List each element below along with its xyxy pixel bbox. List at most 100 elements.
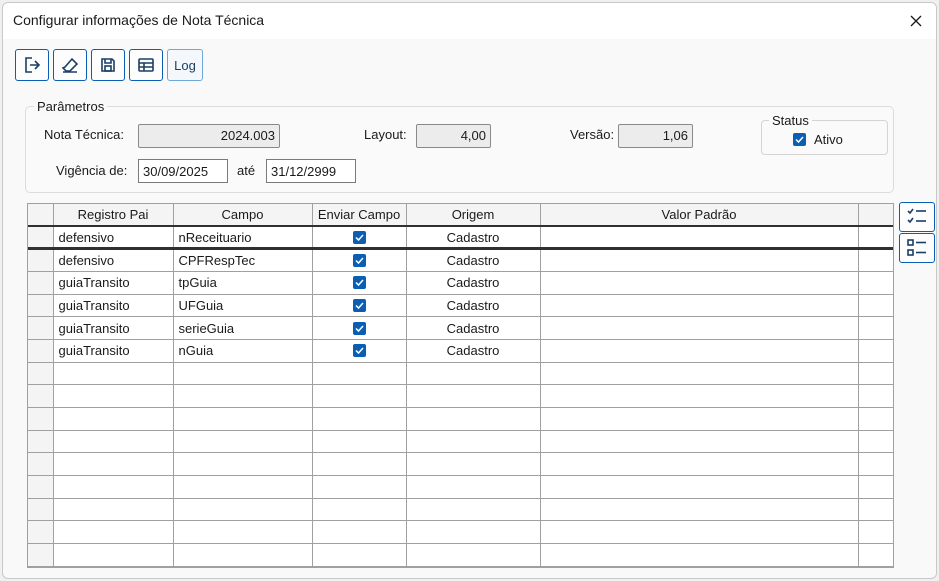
empty-cell[interactable] [406, 520, 541, 545]
cell-enviar-campo[interactable] [312, 248, 407, 272]
row-indicator[interactable] [28, 543, 54, 567]
cell-origem[interactable]: Cadastro [406, 316, 541, 340]
cell-registro-pai[interactable]: guiaTransito [53, 271, 174, 295]
cell-valor-padrao[interactable] [540, 225, 859, 251]
empty-cell[interactable] [312, 407, 407, 431]
empty-cell[interactable] [53, 543, 174, 567]
row-indicator[interactable] [28, 407, 54, 431]
empty-cell[interactable] [312, 452, 407, 477]
empty-cell[interactable] [540, 543, 859, 567]
table-row[interactable]: guiaTransito nGuia Cadastro [28, 339, 893, 363]
versao-field[interactable]: 1,06 [618, 124, 693, 148]
cell-valor-padrao[interactable] [540, 294, 859, 318]
empty-row[interactable] [28, 384, 893, 408]
row-indicator[interactable] [28, 520, 54, 545]
cell-origem[interactable]: Cadastro [406, 339, 541, 363]
empty-cell[interactable] [53, 362, 174, 386]
checkbox-checked-icon[interactable] [352, 254, 366, 268]
empty-cell[interactable] [53, 384, 174, 408]
empty-cell[interactable] [173, 407, 313, 431]
empty-cell[interactable] [53, 475, 174, 499]
table-row[interactable]: defensivo CPFRespTec Cadastro [28, 248, 893, 272]
column-header-campo[interactable]: Campo [173, 204, 313, 227]
cell-origem[interactable]: Cadastro [406, 248, 541, 272]
layout-field[interactable]: 4,00 [416, 124, 491, 148]
vigencia-de-field[interactable]: 30/09/2025 [138, 159, 228, 183]
empty-cell[interactable] [312, 362, 407, 386]
cell-valor-padrao[interactable] [540, 316, 859, 340]
checkbox-checked-icon[interactable] [352, 298, 366, 312]
column-header-enviar-campo[interactable]: Enviar Campo [312, 204, 407, 227]
row-indicator[interactable] [28, 452, 54, 477]
ativo-checkbox[interactable]: Ativo [793, 132, 843, 147]
empty-cell[interactable] [173, 498, 313, 522]
cell-campo[interactable]: tpGuia [173, 271, 313, 295]
column-header-valor-padrao[interactable]: Valor Padrão [540, 204, 859, 227]
empty-cell[interactable] [53, 407, 174, 431]
empty-cell[interactable] [406, 362, 541, 386]
checkbox-checked-icon[interactable] [352, 276, 366, 290]
empty-row[interactable] [28, 498, 893, 522]
column-header-origem[interactable]: Origem [406, 204, 541, 227]
empty-cell[interactable] [406, 475, 541, 499]
row-indicator[interactable] [28, 225, 54, 251]
empty-cell[interactable] [540, 498, 859, 522]
log-button[interactable]: Log [167, 49, 203, 81]
cell-registro-pai[interactable]: guiaTransito [53, 316, 174, 340]
cell-registro-pai[interactable]: guiaTransito [53, 294, 174, 318]
empty-cell[interactable] [406, 384, 541, 408]
table-row[interactable]: guiaTransito UFGuia Cadastro [28, 294, 893, 318]
empty-row[interactable] [28, 475, 893, 499]
uncheck-all-button[interactable] [899, 233, 935, 263]
cell-campo[interactable]: CPFRespTec [173, 248, 313, 272]
empty-row[interactable] [28, 520, 893, 545]
table-row[interactable]: guiaTransito tpGuia Cadastro [28, 271, 893, 295]
empty-cell[interactable] [540, 475, 859, 499]
empty-cell[interactable] [53, 520, 174, 545]
row-indicator[interactable] [28, 384, 54, 408]
column-header-registro-pai[interactable]: Registro Pai [53, 204, 174, 227]
empty-cell[interactable] [406, 543, 541, 567]
vigencia-ate-field[interactable]: 31/12/2999 [266, 159, 356, 183]
empty-cell[interactable] [540, 520, 859, 545]
empty-cell[interactable] [173, 520, 313, 545]
empty-cell[interactable] [173, 452, 313, 477]
empty-cell[interactable] [540, 452, 859, 477]
empty-cell[interactable] [540, 384, 859, 408]
empty-cell[interactable] [312, 430, 407, 454]
row-indicator[interactable] [28, 271, 54, 295]
cell-campo[interactable]: serieGuia [173, 316, 313, 340]
empty-cell[interactable] [312, 543, 407, 567]
empty-row[interactable] [28, 362, 893, 386]
cell-valor-padrao[interactable] [540, 339, 859, 363]
checkbox-checked-icon[interactable] [352, 321, 366, 335]
empty-cell[interactable] [312, 384, 407, 408]
empty-cell[interactable] [53, 498, 174, 522]
cell-registro-pai[interactable]: defensivo [53, 248, 174, 272]
cell-campo[interactable]: nReceituario [173, 225, 313, 251]
table-row[interactable]: guiaTransito serieGuia Cadastro [28, 316, 893, 340]
table-button[interactable] [129, 49, 163, 81]
cell-campo[interactable]: UFGuia [173, 294, 313, 318]
nota-tecnica-field[interactable]: 2024.003 [138, 124, 280, 148]
cell-registro-pai[interactable]: guiaTransito [53, 339, 174, 363]
row-indicator[interactable] [28, 362, 54, 386]
exit-button[interactable] [15, 49, 49, 81]
empty-cell[interactable] [406, 498, 541, 522]
fields-grid[interactable]: Registro Pai Campo Enviar Campo Origem V… [27, 203, 894, 568]
cell-origem[interactable]: Cadastro [406, 294, 541, 318]
row-indicator[interactable] [28, 498, 54, 522]
empty-row[interactable] [28, 407, 893, 431]
empty-cell[interactable] [53, 430, 174, 454]
empty-cell[interactable] [312, 475, 407, 499]
cell-valor-padrao[interactable] [540, 248, 859, 272]
clear-button[interactable] [53, 49, 87, 81]
empty-row[interactable] [28, 430, 893, 454]
row-indicator[interactable] [28, 475, 54, 499]
row-indicator[interactable] [28, 294, 54, 318]
empty-cell[interactable] [540, 362, 859, 386]
cell-enviar-campo[interactable] [312, 225, 407, 251]
cell-origem[interactable]: Cadastro [406, 225, 541, 251]
empty-cell[interactable] [406, 452, 541, 477]
row-indicator[interactable] [28, 430, 54, 454]
